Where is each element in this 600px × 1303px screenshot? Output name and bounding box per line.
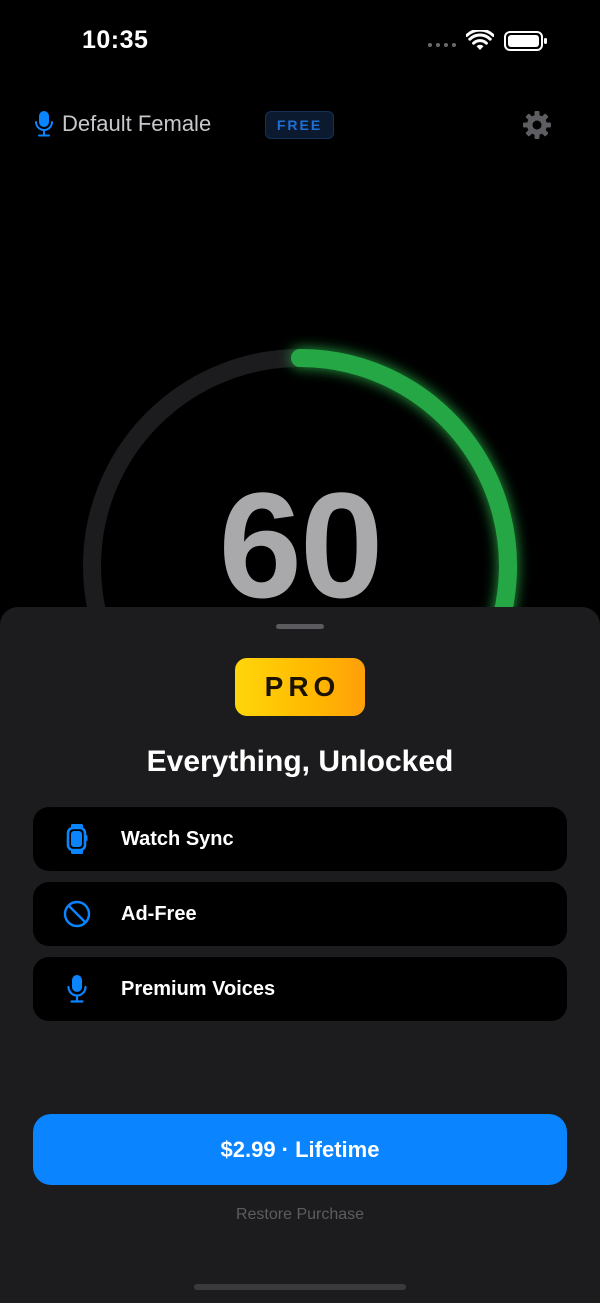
pro-badge: PRO [235,658,365,716]
feature-watch-sync: Watch Sync [33,807,567,871]
microphone-icon [35,111,53,137]
feature-label: Watch Sync [121,827,234,850]
feature-label: Premium Voices [121,977,276,1000]
voice-name: Default Female [62,111,212,136]
app-screen: 10:35 Default Female FREE 60 PRO Everyth… [0,0,600,1303]
plan-badge: FREE [265,111,334,139]
gear-icon [523,111,551,139]
feature-ad-free: Ad-Free [33,882,567,946]
settings-button[interactable] [521,109,553,141]
wifi-icon [466,30,494,50]
feature-premium-voices: Premium Voices [33,957,567,1021]
cellular-dots-icon [428,43,456,47]
status-time: 10:35 [82,26,149,54]
status-icons [428,30,548,52]
home-indicator[interactable] [194,1284,406,1290]
battery-icon [504,31,547,51]
purchase-button[interactable]: $2.99 · Lifetime [33,1114,567,1185]
microphone-icon [67,975,87,1003]
timer-value: 60 [218,461,384,629]
paywall-sheet: PRO Everything, Unlocked Watch Sync Ad-F… [0,607,600,1303]
sheet-grabber[interactable] [276,624,324,629]
paywall-title: Everything, Unlocked [146,745,454,778]
apple-watch-icon [66,824,88,854]
feature-label: Ad-Free [121,902,197,925]
restore-purchase-link[interactable]: Restore Purchase [0,1206,600,1224]
voice-picker[interactable]: Default Female [34,110,211,138]
prohibited-icon [63,900,91,928]
